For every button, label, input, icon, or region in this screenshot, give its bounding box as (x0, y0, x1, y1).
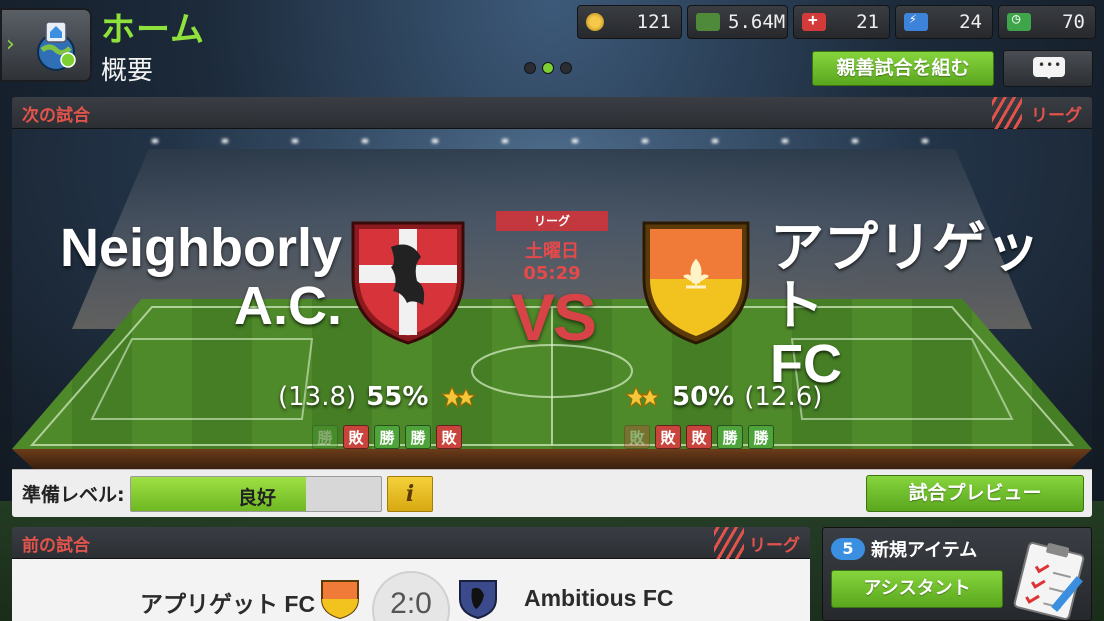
home-rating: (13.8) 55% (278, 381, 478, 412)
away-team-crest-icon[interactable] (638, 217, 754, 347)
form-result: 勝 (374, 425, 400, 449)
home-nav-button[interactable]: › (0, 8, 92, 82)
form-result: 敗 (686, 425, 712, 449)
previous-score: 2:0 (372, 571, 450, 621)
chevron-right-icon: › (6, 32, 15, 57)
next-match-title: 次の試合 (22, 106, 90, 126)
energy-counter[interactable]: 24 (895, 5, 993, 39)
floodlights (152, 139, 952, 143)
preparation-value: 良好 (237, 487, 276, 509)
cash-value: 5.64M (728, 11, 786, 33)
new-items-panel: 5 新規アイテム アシスタント (822, 527, 1092, 621)
form-result: 敗 (343, 425, 369, 449)
form-result: 勝 (748, 425, 774, 449)
home-team-crest-icon[interactable] (347, 217, 469, 347)
previous-match-title: 前の試合 (22, 536, 90, 556)
new-items-count-badge: 5 (831, 538, 865, 560)
info-button[interactable]: i (387, 476, 433, 512)
away-form-guide: 敗 敗 敗 勝 勝 (624, 425, 774, 449)
home-team-name[interactable]: Neighborly A.C. (42, 219, 342, 335)
preparation-bar: 準備レベル: 良好 i 試合プレビュー (12, 469, 1092, 517)
away-rating-value: (12.6) (744, 382, 823, 412)
match-stadium-view[interactable]: Neighborly A.C. リーグ 土曜日 05:29 VS アプリゲット … (12, 129, 1092, 469)
cash-counter[interactable]: 5.64M (687, 5, 788, 39)
previous-home-crest-icon (321, 580, 359, 619)
previous-match-body: アプリゲット FC 2:0 Ambitious FC (12, 559, 810, 621)
previous-match-panel[interactable]: 前の試合 リーグ アプリゲット FC 2:0 Ambitious FC (12, 527, 810, 621)
chat-dots: ••• (1038, 58, 1063, 72)
energy-value: 24 (959, 11, 982, 33)
medical-counter[interactable]: 21 (793, 5, 890, 39)
clock-icon (1007, 11, 1031, 31)
league-chip: リーグ (496, 211, 608, 231)
assistant-button[interactable]: アシスタント (831, 570, 1003, 608)
home-rating-value: (13.8) (278, 382, 357, 412)
page-title: ホーム (101, 10, 205, 50)
chat-bubble-icon: ••• (1033, 57, 1065, 79)
page-indicator (524, 62, 572, 74)
form-result: 勝 (312, 425, 338, 449)
form-result: 敗 (436, 425, 462, 449)
previous-away-name: Ambitious FC (524, 585, 674, 611)
page-dot[interactable] (524, 62, 536, 74)
token-counter[interactable]: 121 (577, 5, 682, 39)
stars-icon (441, 385, 477, 409)
home-globe-icon (37, 21, 76, 71)
match-day: 土曜日 (525, 241, 579, 262)
away-win-percent: 50% (672, 382, 735, 412)
header-stripes (714, 527, 744, 559)
match-preview-button[interactable]: 試合プレビュー (866, 475, 1084, 512)
versus-label: VS (510, 280, 597, 354)
medical-value: 21 (856, 11, 879, 33)
token-icon (586, 13, 604, 31)
preparation-meter: 良好 (130, 476, 382, 512)
form-result: 勝 (405, 425, 431, 449)
home-form-guide: 勝 敗 勝 勝 敗 (312, 425, 462, 449)
new-items-title: 新規アイテム (871, 540, 978, 561)
cash-icon (696, 13, 720, 31)
page-dot[interactable] (560, 62, 572, 74)
next-match-panel: 次の試合 リーグ Neighborly A.C. リーグ 土曜日 05:29 V… (12, 97, 1092, 517)
arrange-friendly-button[interactable]: 親善試合を組む (812, 51, 994, 86)
clock-value: 70 (1062, 11, 1085, 33)
chat-button[interactable]: ••• (1003, 50, 1093, 87)
competition-tag: リーグ (749, 536, 800, 556)
clipboard-checklist-icon (1013, 542, 1085, 620)
stars-icon (624, 385, 661, 409)
competition-tag: リーグ (1031, 106, 1082, 126)
next-match-header: 次の試合 リーグ (12, 97, 1092, 129)
currency-bar: 121 5.64M 21 24 70 (577, 5, 1096, 39)
away-team-name[interactable]: アプリゲット FC (770, 219, 1090, 393)
preparation-label: 準備レベル: (22, 484, 125, 506)
away-team-name-line1: アプリゲット (770, 218, 1040, 336)
page-dot-active[interactable] (542, 62, 554, 74)
away-rating: 50% (12.6) (622, 381, 822, 412)
token-value: 121 (636, 11, 671, 33)
previous-match-header: 前の試合 リーグ (12, 527, 810, 559)
clock-counter[interactable]: 70 (998, 5, 1096, 39)
pitch-edge (12, 449, 1092, 469)
previous-away-crest-icon (459, 580, 497, 619)
previous-home-name: アプリゲット FC (140, 591, 316, 617)
home-team-name-line2: A.C. (234, 276, 342, 336)
home-team-name-line1: Neighborly (59, 218, 342, 278)
top-bar: › ホーム 概要 121 5.64M 21 24 (0, 0, 1104, 90)
form-result: 勝 (717, 425, 743, 449)
header-stripes (992, 97, 1022, 129)
energy-icon (904, 12, 928, 31)
medical-icon (802, 10, 826, 31)
form-result: 敗 (655, 425, 681, 449)
page-subtitle: 概要 (101, 56, 154, 86)
home-win-percent: 55% (366, 382, 429, 412)
form-result: 敗 (624, 425, 650, 449)
